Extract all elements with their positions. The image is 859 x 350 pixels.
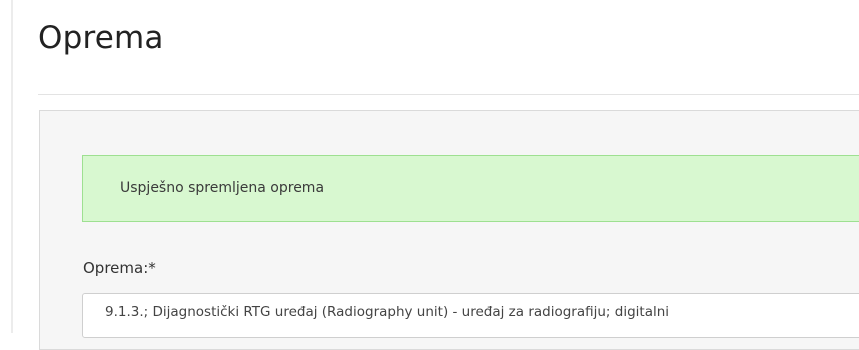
page-title: Oprema	[38, 20, 164, 56]
equipment-field[interactable]: 9.1.3.; Dijagnostički RTG uređaj (Radiog…	[82, 293, 859, 338]
left-border	[11, 0, 13, 333]
success-alert: Uspješno spremljena oprema	[82, 155, 859, 222]
success-alert-message: Uspješno spremljena oprema	[120, 180, 325, 196]
title-divider	[38, 94, 859, 95]
equipment-field-label: Oprema:*	[83, 259, 156, 277]
